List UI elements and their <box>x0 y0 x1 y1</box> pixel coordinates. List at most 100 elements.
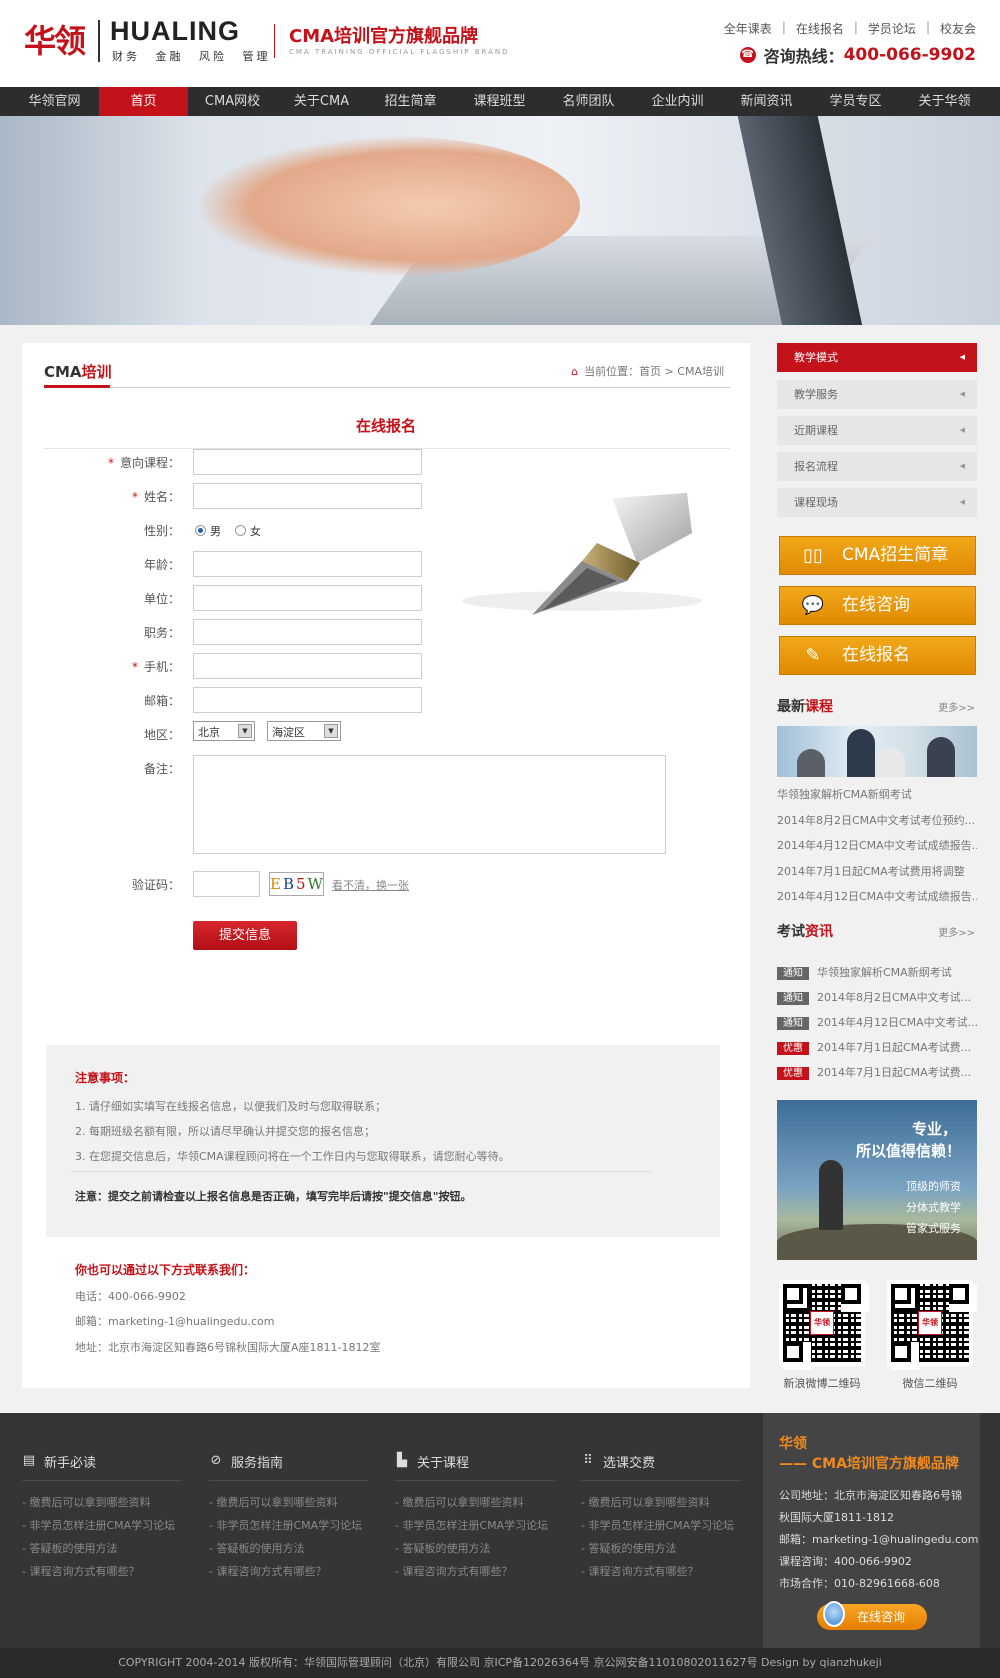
footer-link[interactable]: - 答疑板的使用方法 <box>395 1537 555 1560</box>
radio-female[interactable] <box>235 525 246 536</box>
toplink-separator: | <box>925 20 930 34</box>
contact-phone: 电话：400-066-9902 <box>75 1290 186 1303</box>
label-gender: 性别： <box>143 524 180 538</box>
nav-item-home[interactable]: 首页 <box>99 87 188 116</box>
document-icon: ▙ <box>397 1453 407 1468</box>
course-input[interactable] <box>193 449 422 475</box>
wechat-qr-code: 华领 <box>887 1280 973 1366</box>
label-region: 地区： <box>143 728 180 742</box>
field-position: 职务： <box>22 619 442 645</box>
captcha-input[interactable] <box>193 871 260 897</box>
course-link[interactable]: 2014年8月2日CMA中文考试考位预约... <box>777 812 977 828</box>
footer-link[interactable]: - 答疑板的使用方法 <box>22 1537 182 1560</box>
logo-tagline: 财务 金融 风险 管理 <box>112 50 271 63</box>
news-more-link[interactable]: 更多>> <box>938 924 975 939</box>
footer-link[interactable]: - 缴费后可以拿到哪些资料 <box>581 1491 741 1514</box>
course-link[interactable]: 2014年4月12日CMA中文考试成绩报告... <box>777 888 977 904</box>
footer-online-consult-button[interactable]: 在线咨询 <box>817 1601 927 1630</box>
nav-item-classes[interactable]: 课程班型 <box>455 87 544 116</box>
footer-link[interactable]: - 非学员怎样注册CMA学习论坛 <box>22 1514 182 1537</box>
footer-col-service: ⊘ 服务指南 - 缴费后可以拿到哪些资料 - 非学员怎样注册CMA学习论坛 - 答… <box>209 1451 369 1583</box>
footer-link[interactable]: - 课程咨询方式有哪些？ <box>209 1560 369 1583</box>
notice-tag: 通知 <box>777 992 809 1005</box>
footer-col-title: ▙ 关于课程 <box>397 1453 470 1471</box>
nav-item-news[interactable]: 新闻资讯 <box>722 87 811 116</box>
promo-banner[interactable]: 专业， 所以值得信赖！ 顶级的师资 分体式教学 管家式服务 <box>777 1100 977 1260</box>
footer-link[interactable]: - 课程咨询方式有哪些？ <box>395 1560 555 1583</box>
toplink-forum[interactable]: 学员论坛 <box>868 20 916 37</box>
sidebar-item-signup-process[interactable]: 报名流程 ◀ <box>777 452 977 481</box>
notice-divider <box>71 1171 651 1172</box>
discount-tag: 优惠 <box>777 1067 809 1080</box>
field-course: * 意向课程： <box>22 449 442 475</box>
district-select[interactable]: 海淀区 ▼ <box>267 721 341 741</box>
online-consult-button[interactable]: 💬 在线咨询 <box>779 586 976 625</box>
news-item[interactable]: 通知 2014年4月12日CMA中文考试... <box>777 1014 977 1030</box>
footer-link[interactable]: - 缴费后可以拿到哪些资料 <box>22 1491 182 1514</box>
captcha-refresh-link[interactable]: 看不清，换一张 <box>332 877 409 893</box>
courses-photo[interactable] <box>777 726 977 777</box>
caret-left-icon: ◀ <box>959 353 965 361</box>
label-age: 年龄： <box>143 558 180 572</box>
submit-button[interactable]: 提交信息 <box>193 921 297 950</box>
nav-item-teachers[interactable]: 名师团队 <box>544 87 633 116</box>
logo-chinese[interactable]: 华领 <box>24 16 86 62</box>
news-item[interactable]: 优惠 2014年7月1日起CMA考试费... <box>777 1039 977 1055</box>
nav-item-about-cma[interactable]: 关于CMA <box>277 87 366 116</box>
courses-more-link[interactable]: 更多>> <box>938 699 975 714</box>
course-link[interactable]: 2014年7月1日起CMA考试费用将调整 <box>777 863 977 879</box>
toplink-signup[interactable]: 在线报名 <box>796 20 844 37</box>
toplink-schedule[interactable]: 全年课表 <box>724 20 772 37</box>
news-item[interactable]: 优惠 2014年7月1日起CMA考试费... <box>777 1064 977 1080</box>
sidebar-item-course-scene[interactable]: 课程现场 ◀ <box>777 488 977 517</box>
breadcrumb-text[interactable]: 当前位置：首页 > CMA培训 <box>584 363 724 379</box>
radio-male[interactable] <box>195 525 206 536</box>
course-link[interactable]: 2014年4月12日CMA中文考试成绩报告... <box>777 837 977 853</box>
nav-item-cma-online[interactable]: CMA网校 <box>188 87 277 116</box>
promo-point: 分体式教学 <box>906 1201 961 1214</box>
footer-link[interactable]: - 答疑板的使用方法 <box>581 1537 741 1560</box>
footer-link[interactable]: - 答疑板的使用方法 <box>209 1537 369 1560</box>
news-item[interactable]: 通知 华领独家解析CMA新纲考试 <box>777 964 977 980</box>
footer-link[interactable]: - 课程咨询方式有哪些？ <box>581 1560 741 1583</box>
contact-address: 地址：北京市海淀区知春路6号锦秋国际大厦A座1811-1812室 <box>75 1341 381 1354</box>
position-input[interactable] <box>193 619 422 645</box>
sidebar-item-teaching-service[interactable]: 教学服务 ◀ <box>777 380 977 409</box>
footer-col-courses: ▙ 关于课程 - 缴费后可以拿到哪些资料 - 非学员怎样注册CMA学习论坛 - 答… <box>395 1451 555 1583</box>
label-mobile: * 手机： <box>131 660 180 674</box>
online-signup-button[interactable]: ✎ 在线报名 <box>779 636 976 675</box>
footer-link[interactable]: - 非学员怎样注册CMA学习论坛 <box>395 1514 555 1537</box>
footer-link[interactable]: - 缴费后可以拿到哪些资料 <box>209 1491 369 1514</box>
company-input[interactable] <box>193 585 422 611</box>
remark-textarea[interactable] <box>193 755 666 854</box>
hand-image <box>200 136 580 276</box>
sidebar-item-recent-courses[interactable]: 近期课程 ◀ <box>777 416 977 445</box>
footer-link[interactable]: - 缴费后可以拿到哪些资料 <box>395 1491 555 1514</box>
city-select[interactable]: 北京 ▼ <box>193 721 255 741</box>
email-input[interactable] <box>193 687 422 713</box>
mobile-input[interactable] <box>193 653 422 679</box>
gender-female-option[interactable]: 女 <box>235 523 261 539</box>
sidebar-item-teaching-mode[interactable]: 教学模式 ◀ <box>777 343 977 372</box>
age-input[interactable] <box>193 551 422 577</box>
toplink-alumni[interactable]: 校友会 <box>940 20 976 37</box>
nav-item-about-hualing[interactable]: 关于华领 <box>900 87 989 116</box>
logo-english[interactable]: HUALING <box>110 16 240 47</box>
captcha-image[interactable]: EB5W <box>269 872 324 896</box>
admission-guide-button[interactable]: ▯▯ CMA招生简章 <box>779 536 976 575</box>
wechat-qr-label: 微信二维码 <box>902 1377 958 1390</box>
promo-line1: 专业， <box>911 1120 957 1138</box>
name-input[interactable] <box>193 483 422 509</box>
nav-item-hualing-site[interactable]: 华领官网 <box>10 87 99 116</box>
course-link[interactable]: 华领独家解析CMA新纲考试 <box>777 786 977 802</box>
hero-banner <box>0 116 1000 325</box>
nav-item-admissions[interactable]: 招生简章 <box>366 87 455 116</box>
footer-link[interactable]: - 课程咨询方式有哪些？ <box>22 1560 182 1583</box>
footer-link[interactable]: - 非学员怎样注册CMA学习论坛 <box>581 1514 741 1537</box>
gender-male-option[interactable]: 男 <box>195 523 221 539</box>
nav-item-students[interactable]: 学员专区 <box>811 87 900 116</box>
nav-item-corporate[interactable]: 企业内训 <box>633 87 722 116</box>
footer-link[interactable]: - 非学员怎样注册CMA学习论坛 <box>209 1514 369 1537</box>
contact-email[interactable]: 邮箱：marketing-1@hualingedu.com <box>75 1313 274 1329</box>
news-item[interactable]: 通知 2014年8月2日CMA中文考试... <box>777 989 977 1005</box>
